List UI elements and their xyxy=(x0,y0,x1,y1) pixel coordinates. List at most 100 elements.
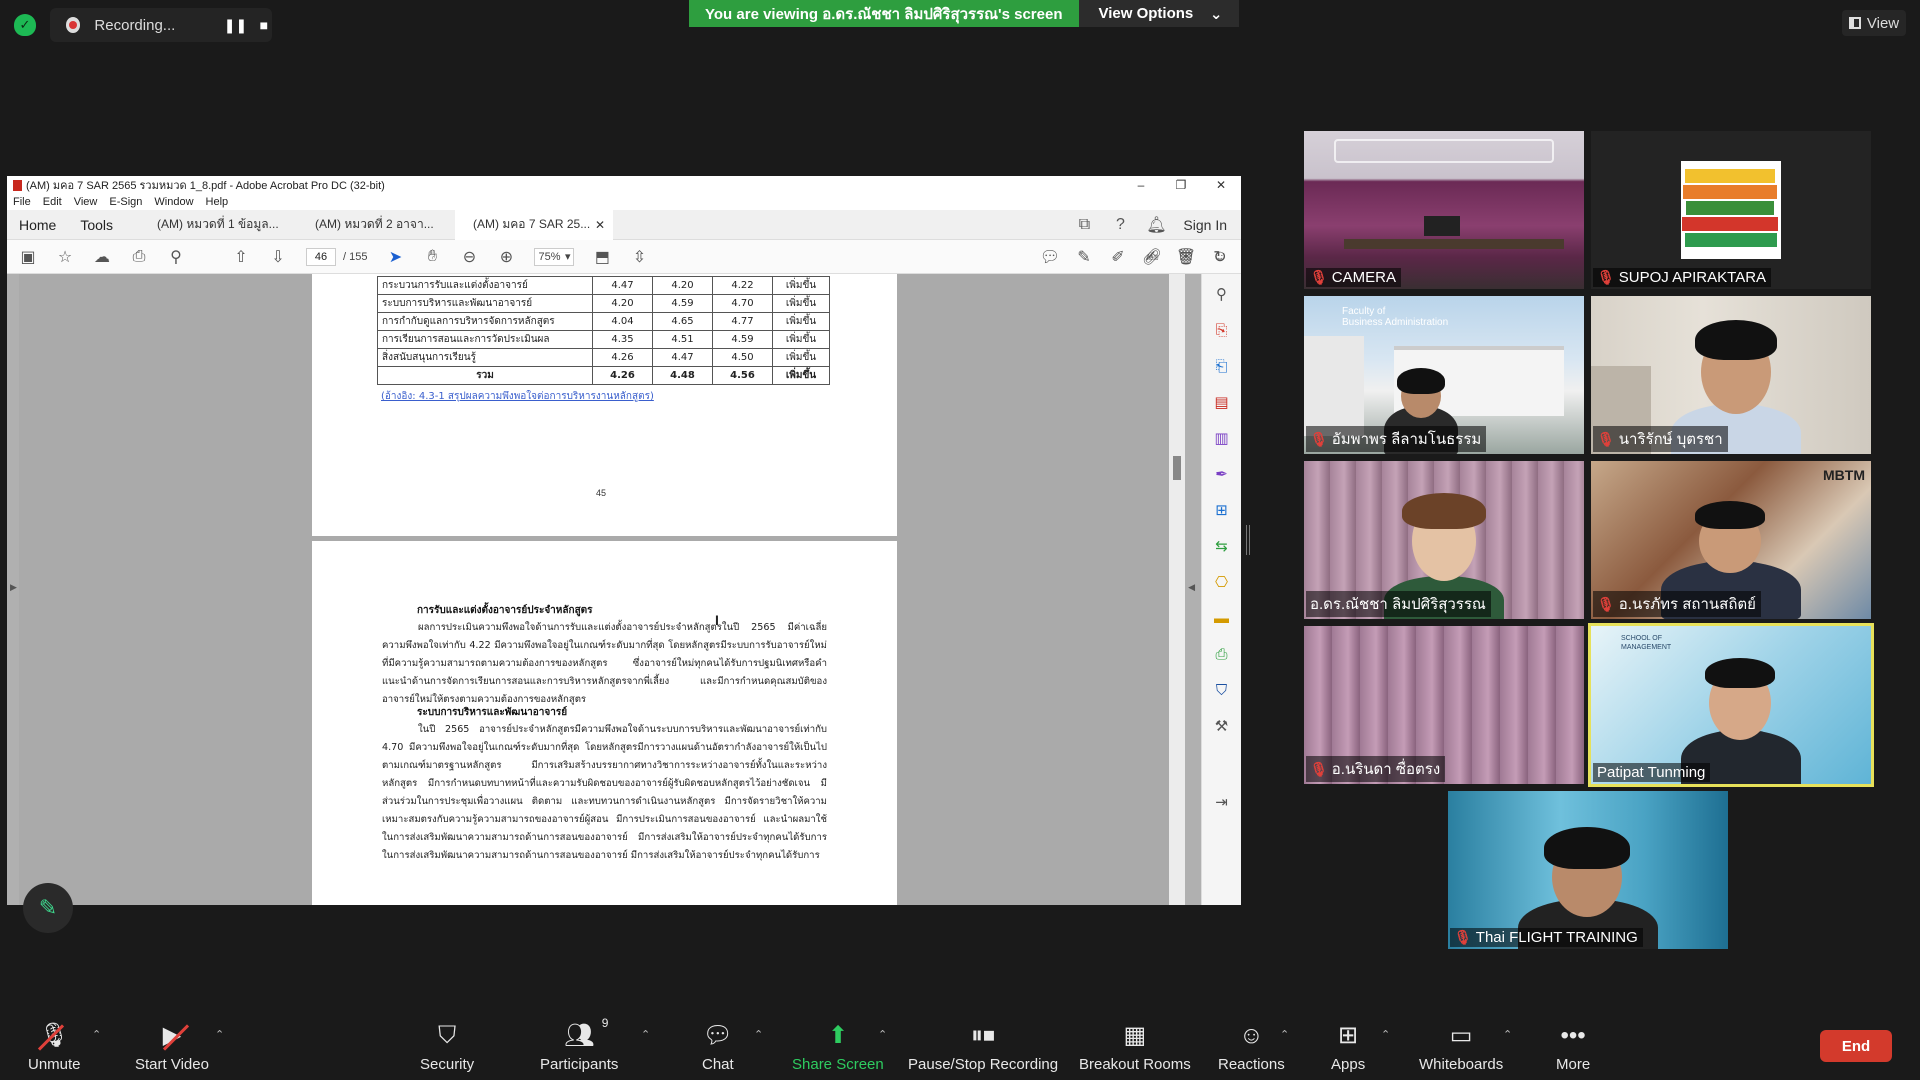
link-icon[interactable]: 🔗︎ xyxy=(1142,248,1162,266)
apps-options-caret[interactable]: ⌃ xyxy=(1381,1028,1390,1041)
pause-recording-icon[interactable]: ❚❚ xyxy=(224,17,247,34)
muted-mic-icon: 🎙︎ xyxy=(1597,430,1615,447)
scroll-mode-icon[interactable]: ⇳ xyxy=(630,248,648,266)
hand-tool-icon[interactable]: ✋︎ xyxy=(423,248,441,266)
share-options-caret[interactable]: ⌃ xyxy=(878,1028,887,1041)
end-meeting-button[interactable]: End xyxy=(1820,1030,1892,1062)
video-tile-narinda[interactable]: 🎙︎ อ.นรินดา ซื่อตรง xyxy=(1304,626,1584,784)
security-shield-icon[interactable]: ✓ xyxy=(14,14,36,36)
annotate-pen-icon[interactable]: ✎ xyxy=(23,883,73,933)
save-icon[interactable]: ▣ xyxy=(19,248,37,266)
zoom-in-icon[interactable]: ⊕ xyxy=(497,248,515,266)
chat-options-caret[interactable]: ⌃ xyxy=(754,1028,763,1041)
protect-shield-icon[interactable]: ⛉ xyxy=(1212,680,1232,700)
whiteboards-button[interactable]: ▭ Whiteboards xyxy=(1419,1022,1503,1073)
menu-esign[interactable]: E-Sign xyxy=(109,196,142,208)
participants-button[interactable]: 👥︎ 9 Participants xyxy=(540,1016,618,1073)
bookmark-star-icon[interactable]: ☆ xyxy=(56,248,74,266)
vertical-scrollbar[interactable] xyxy=(1169,274,1185,905)
view-options-button[interactable]: View Options ⌄ xyxy=(1078,0,1239,27)
video-tile-amphaporn[interactable]: Faculty of Business Administration 🎙︎ อัมพ… xyxy=(1304,296,1584,454)
reactions-options-caret[interactable]: ⌃ xyxy=(1280,1028,1289,1041)
next-page-icon[interactable]: ⇩ xyxy=(269,248,287,266)
split-drag-handle[interactable] xyxy=(1246,525,1250,555)
print-icon[interactable]: ⎙ xyxy=(130,248,148,266)
close-window-icon[interactable]: ✕ xyxy=(1201,176,1241,194)
video-tile-natcha[interactable]: อ.ดร.ณัชชา ลิมปศิริสุวรรณ xyxy=(1304,461,1584,619)
zoom-level-select[interactable]: 75% ▾ xyxy=(534,247,575,266)
menu-file[interactable]: File xyxy=(13,196,31,208)
send-for-review-icon[interactable]: ⊞ xyxy=(1212,500,1232,520)
compare-icon[interactable]: ⇆ xyxy=(1212,536,1232,556)
page-number-input[interactable]: 46 xyxy=(306,247,336,266)
more-tools-icon[interactable]: ⚒ xyxy=(1212,716,1232,736)
participants-options-caret[interactable]: ⌃ xyxy=(641,1028,650,1041)
share-screen-button[interactable]: ⬆ Share Screen xyxy=(792,1022,884,1073)
video-tile-norapat[interactable]: MBTM 🎙︎ อ.นรภัทร สถานสถิตย์ xyxy=(1591,461,1871,619)
minimize-icon[interactable]: – xyxy=(1121,176,1161,194)
collapse-left-panel-icon[interactable]: ▶ xyxy=(10,582,17,593)
video-tile-camera[interactable]: 🎙︎ CAMERA xyxy=(1304,131,1584,289)
reference-link[interactable]: (อ้างอิง: 4.3-1 สรุปผลความพึงพอใจต่อการบ… xyxy=(381,389,654,404)
video-tile-narirak[interactable]: 🎙︎ นาริรักษ์ บุตรชา xyxy=(1591,296,1871,454)
collapse-right-panel-icon[interactable]: ◀ xyxy=(1188,582,1195,593)
document-tab-1[interactable]: (AM) หมวดที่ 1 ข้อมูล... xyxy=(139,210,297,240)
participant-name: 🎙︎ Thai FLIGHT TRAINING xyxy=(1450,928,1643,947)
zoom-out-icon[interactable]: ⊖ xyxy=(460,248,478,266)
stamp-icon[interactable]: ⎔ xyxy=(1212,572,1232,592)
search-zoom-icon[interactable]: ⚲ xyxy=(1212,284,1232,304)
security-button[interactable]: ⛉ Security xyxy=(420,1022,474,1073)
menu-edit[interactable]: Edit xyxy=(43,196,62,208)
fill-sign-icon[interactable]: ✒ xyxy=(1212,464,1232,484)
help-icon[interactable]: ? xyxy=(1111,216,1129,234)
tools-tab[interactable]: Tools xyxy=(68,217,125,233)
chat-button[interactable]: 💬︎ Chat xyxy=(702,1022,734,1073)
create-pdf-icon[interactable]: ⎗ xyxy=(1212,356,1232,376)
menu-window[interactable]: Window xyxy=(154,196,193,208)
share-link-icon[interactable]: ⧉ xyxy=(1075,216,1093,234)
home-tab[interactable]: Home xyxy=(7,217,68,233)
close-tab-icon[interactable]: ✕ xyxy=(595,218,605,232)
expand-panel-icon[interactable]: ⇥ xyxy=(1212,792,1232,812)
draw-icon[interactable]: ✐ xyxy=(1109,248,1127,266)
document-tab-3[interactable]: (AM) มคอ 7 SAR 25... ✕ xyxy=(455,209,614,240)
video-tile-supoj[interactable]: 🎙︎ SUPOJ APIRAKTARA xyxy=(1591,131,1871,289)
document-viewport[interactable]: กระบวนการรับและแต่งตั้งอาจารย์ 4.47 4.20 4.… xyxy=(19,274,1169,905)
menu-help[interactable]: Help xyxy=(206,196,229,208)
edit-pdf-icon[interactable]: ▥ xyxy=(1212,428,1232,448)
highlight-pen-icon[interactable]: ✎ xyxy=(1075,248,1093,266)
view-button[interactable]: View xyxy=(1842,10,1906,36)
organize-pages-icon[interactable]: ▤ xyxy=(1212,392,1232,412)
comment-icon[interactable]: 💬︎ xyxy=(1040,248,1060,266)
apps-button[interactable]: ⊞ Apps xyxy=(1331,1022,1365,1073)
restore-icon[interactable]: ❐ xyxy=(1161,176,1201,194)
start-video-button[interactable]: ▶︎ Start Video xyxy=(135,1022,209,1073)
whiteboards-options-caret[interactable]: ⌃ xyxy=(1503,1028,1512,1041)
menu-view[interactable]: View xyxy=(74,196,98,208)
sign-in-link[interactable]: Sign In xyxy=(1183,217,1227,233)
reactions-button[interactable]: ☺ Reactions xyxy=(1218,1022,1285,1073)
notifications-bell-icon[interactable]: 🔔︎ xyxy=(1146,216,1166,234)
video-tile-thai-flight-training[interactable]: 🎙︎ Thai FLIGHT TRAINING xyxy=(1448,791,1728,949)
pause-stop-recording-button[interactable]: ⏸︎⏹︎ Pause/Stop Recording xyxy=(908,1022,1058,1073)
video-options-caret[interactable]: ⌃ xyxy=(215,1028,224,1041)
audio-options-caret[interactable]: ⌃ xyxy=(92,1028,101,1041)
print-production-icon[interactable]: ⎙ xyxy=(1212,644,1232,664)
upload-cloud-icon[interactable]: ☁ xyxy=(93,248,111,266)
search-zoom-icon[interactable]: ⚲ xyxy=(167,248,185,266)
table-row: การกำกับดูแลการบริหารจัดการหลักสูตร 4.04 4… xyxy=(377,312,830,331)
breakout-rooms-button[interactable]: ▦ Breakout Rooms xyxy=(1079,1022,1191,1073)
previous-page-icon[interactable]: ⇧ xyxy=(232,248,250,266)
stop-recording-icon[interactable]: ■ xyxy=(256,17,272,33)
scroll-thumb[interactable] xyxy=(1173,456,1181,480)
document-tab-2[interactable]: (AM) หมวดที่ 2 อาจา... xyxy=(297,210,455,240)
export-pdf-icon[interactable]: ⎘ xyxy=(1212,320,1232,340)
unmute-button[interactable]: 🎙︎ Unmute xyxy=(28,1022,81,1073)
comment-panel-icon[interactable]: ▬ xyxy=(1212,608,1232,628)
page-fit-icon[interactable]: ⬒ xyxy=(593,248,611,266)
email-icon[interactable]: ✉ xyxy=(1177,248,1195,266)
account-icon[interactable]: ☺ xyxy=(1211,248,1229,266)
more-button[interactable]: ••• More xyxy=(1556,1022,1590,1073)
select-cursor-icon[interactable]: ➤ xyxy=(386,248,404,266)
video-tile-patipat-active-speaker[interactable]: SCHOOL OF MANAGEMENT Patipat Tunming xyxy=(1588,623,1874,787)
